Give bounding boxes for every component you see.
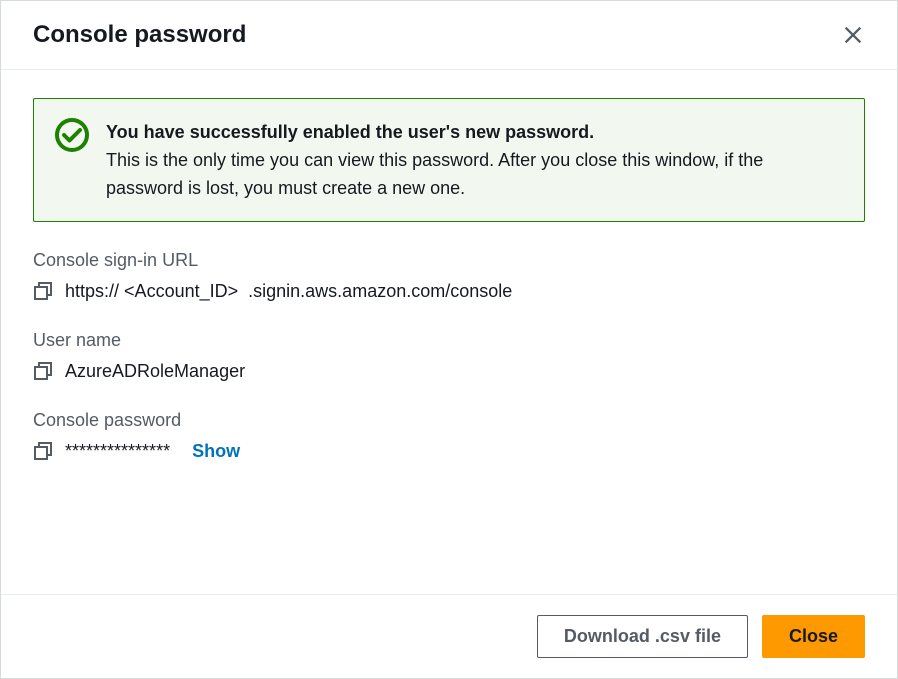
copy-icon[interactable] [33, 281, 53, 301]
password-row: *************** Show [33, 441, 865, 462]
download-csv-button[interactable]: Download .csv file [537, 615, 748, 658]
alert-title: You have successfully enabled the user's… [106, 119, 844, 147]
modal-title: Console password [33, 21, 246, 49]
username-value: AzureADRoleManager [65, 361, 245, 382]
alert-content: You have successfully enabled the user's… [106, 117, 844, 203]
username-label: User name [33, 330, 865, 351]
success-alert: You have successfully enabled the user's… [33, 98, 865, 222]
signin-url-label: Console sign-in URL [33, 250, 865, 271]
console-password-modal: Console password You have successfully e… [0, 0, 898, 679]
password-value: *************** [65, 441, 170, 462]
close-button[interactable]: Close [762, 615, 865, 658]
check-circle-icon [54, 117, 90, 153]
copy-icon[interactable] [33, 441, 53, 461]
modal-body: You have successfully enabled the user's… [1, 70, 897, 594]
username-row: AzureADRoleManager [33, 361, 865, 382]
close-icon[interactable] [841, 23, 865, 47]
copy-icon[interactable] [33, 361, 53, 381]
signin-url-value: https:// <Account_ID> .signin.aws.amazon… [65, 281, 512, 302]
password-field: Console password *************** Show [33, 410, 865, 462]
alert-text: This is the only time you can view this … [106, 150, 763, 198]
show-password-link[interactable]: Show [192, 441, 240, 462]
password-label: Console password [33, 410, 865, 431]
modal-footer: Download .csv file Close [1, 594, 897, 678]
username-field: User name AzureADRoleManager [33, 330, 865, 382]
modal-header: Console password [1, 1, 897, 70]
signin-url-row: https:// <Account_ID> .signin.aws.amazon… [33, 281, 865, 302]
signin-url-field: Console sign-in URL https:// <Account_ID… [33, 250, 865, 302]
